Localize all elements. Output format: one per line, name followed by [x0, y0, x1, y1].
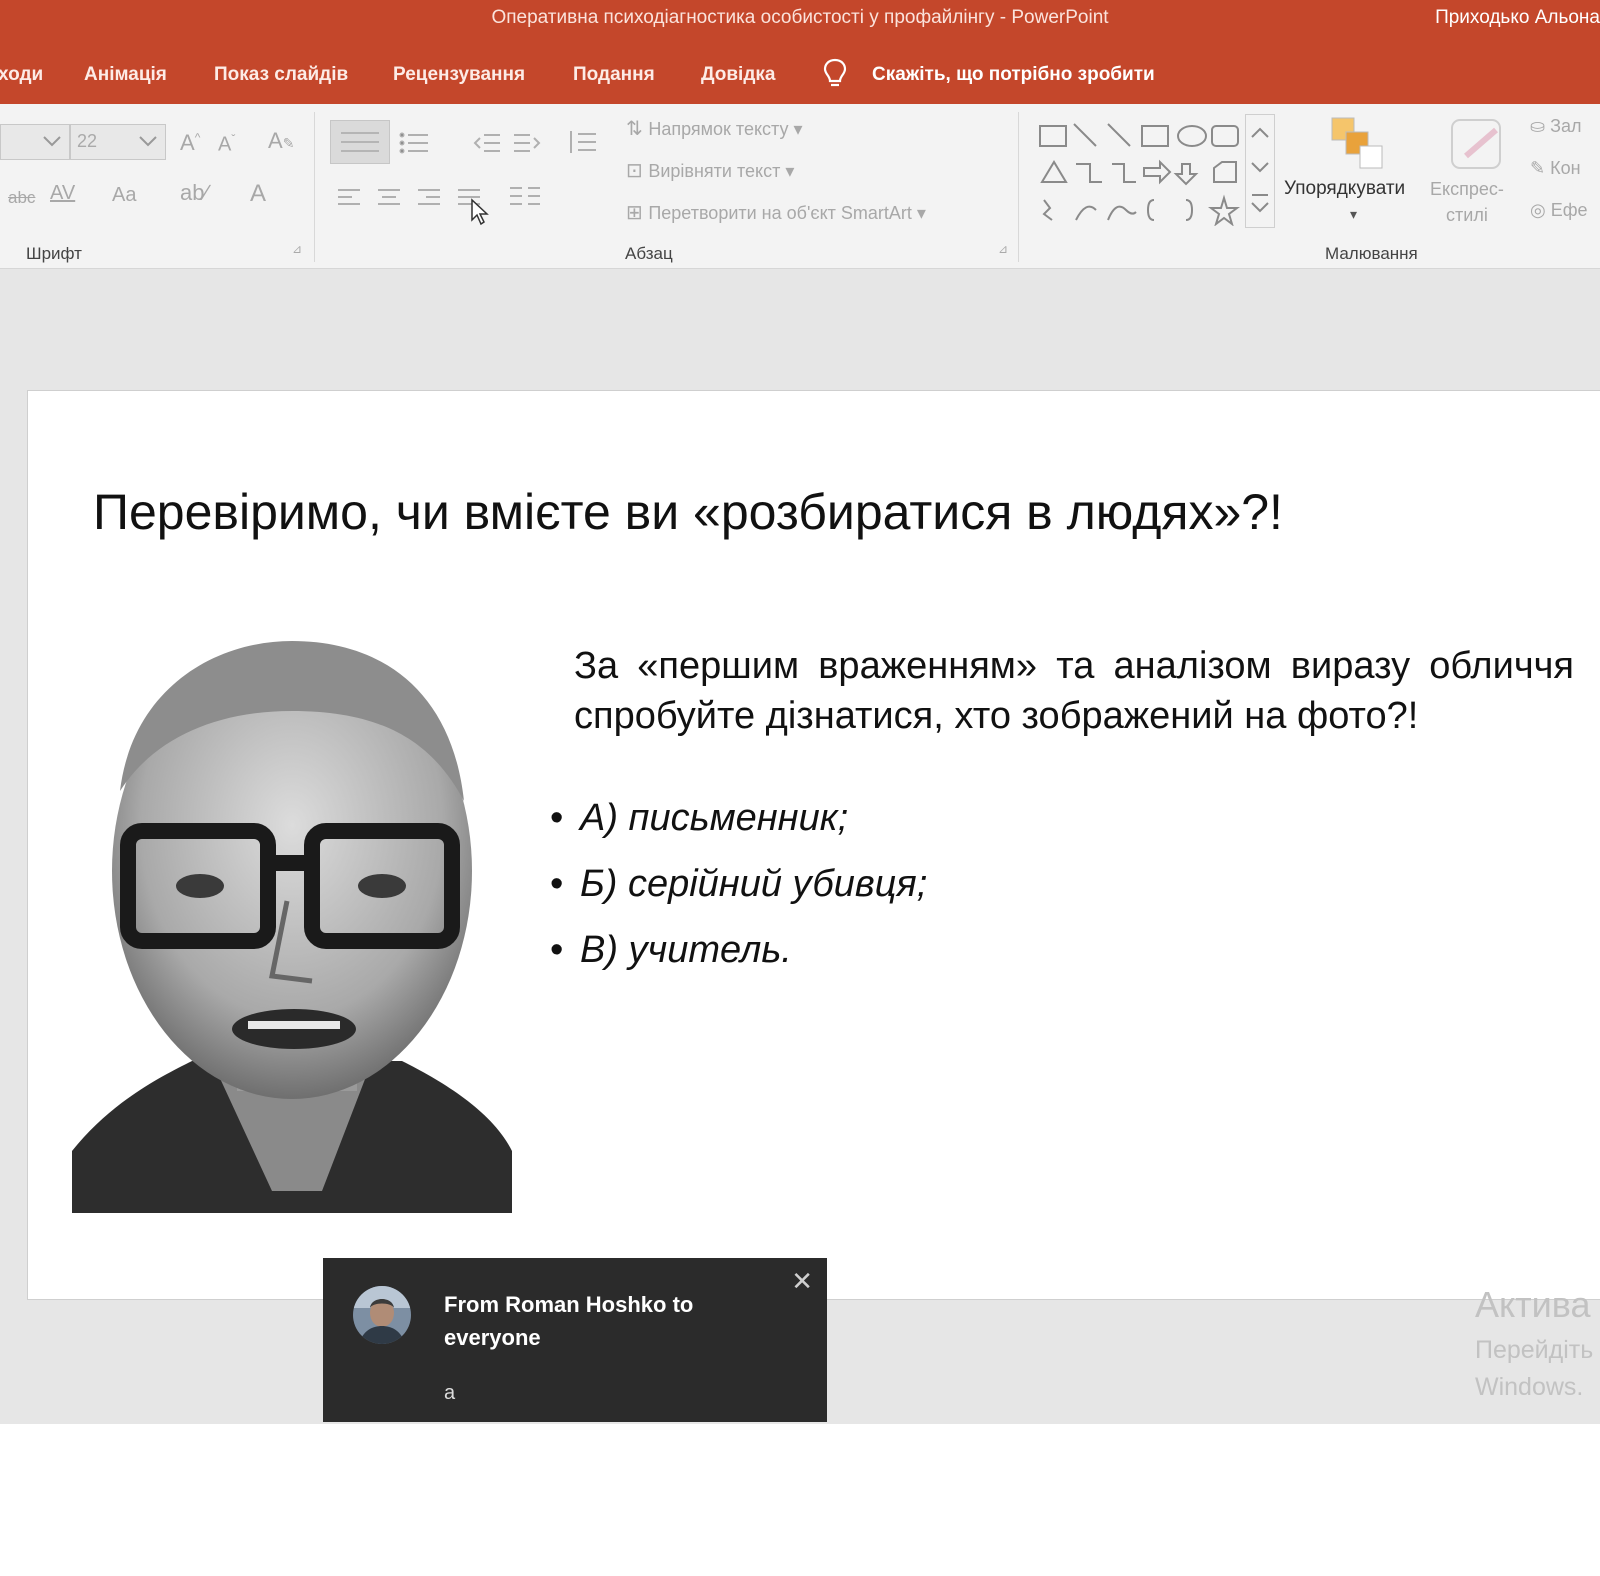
char-spacing-icon[interactable]: AV — [50, 182, 75, 205]
chevron-down-icon[interactable] — [42, 134, 62, 148]
tell-me-search[interactable]: Скажіть, що потрібно зробити — [872, 64, 1155, 86]
tab-animations[interactable]: Анімація — [84, 64, 167, 86]
font-color-icon[interactable]: A — [250, 180, 266, 208]
shape-effects-button[interactable]: ◎ Ефе — [1530, 200, 1588, 221]
font-dialog-launcher-icon[interactable]: ⊿ — [292, 242, 302, 256]
shape-outline-label: Кон — [1550, 158, 1581, 178]
quick-styles-icon — [1451, 119, 1501, 169]
slide-canvas[interactable]: Перевіримо, чи вмієте ви «розбиратися в … — [27, 390, 1600, 1300]
option-b[interactable]: • Б) серійний убивця; — [550, 863, 927, 906]
watermark-line-2: Перейдіть — [1475, 1336, 1594, 1364]
tab-review[interactable]: Рецензування — [393, 64, 525, 86]
align-text-button[interactable]: ⊡ Вирівняти текст ▾ — [626, 158, 794, 183]
chat-message: a — [444, 1382, 456, 1404]
tab-transitions[interactable]: ходи — [0, 64, 43, 86]
ribbon-separator — [314, 112, 315, 262]
shape-fill-label: Зал — [1550, 116, 1582, 136]
line-spacing-icon[interactable] — [566, 128, 600, 156]
ribbon-tabs: ходи Анімація Показ слайдів Рецензування… — [0, 42, 1600, 104]
highlight-icon[interactable]: ab∕ — [180, 180, 208, 206]
pencil-icon: ✎ — [1530, 158, 1551, 178]
group-label-drawing: Малювання — [1325, 244, 1418, 263]
paragraph-dialog-launcher-icon[interactable]: ⊿ — [998, 242, 1008, 256]
clear-formatting-icon[interactable]: A✎ — [268, 128, 294, 154]
bullet: • — [550, 929, 564, 971]
tab-view[interactable]: Подання — [573, 64, 655, 86]
effects-icon: ◎ — [1530, 200, 1551, 220]
arrange-dropdown-icon[interactable]: ▾ — [1350, 206, 1357, 223]
lightbulb-icon — [823, 58, 847, 87]
shapes-scroll[interactable] — [1245, 114, 1275, 228]
align-center-icon[interactable] — [376, 186, 402, 208]
bullet: • — [550, 797, 564, 839]
option-a[interactable]: • А) письменник; — [550, 797, 848, 840]
question-text[interactable]: За «першим враженням» та аналізом виразу… — [574, 641, 1574, 741]
close-icon[interactable]: ✕ — [791, 1266, 813, 1297]
shape-effects-label: Ефе — [1550, 200, 1588, 220]
activation-watermark: Актива Перейдіть Windows. — [1475, 1284, 1593, 1402]
ribbon: 22 A^ Aˇ A✎ abc AV Aa ab∕ A Шрифт ⇅ Напр… — [0, 104, 1600, 269]
increase-indent-icon[interactable] — [512, 130, 542, 156]
paint-bucket-icon: ⛀ — [1530, 116, 1551, 136]
watermark-line-1: Актива — [1475, 1284, 1591, 1325]
tab-slideshow[interactable]: Показ слайдів — [214, 64, 348, 86]
decrease-indent-icon[interactable] — [472, 130, 502, 156]
grow-font-icon[interactable]: A^ — [180, 130, 200, 156]
shape-fill-button[interactable]: ⛀ Зал — [1530, 116, 1581, 137]
tab-help[interactable]: Довідка — [701, 64, 775, 86]
text-direction-button[interactable]: ⇅ Напрямок тексту ▾ — [626, 116, 803, 141]
group-label-font: Шрифт — [26, 244, 82, 263]
font-size-value: 22 — [77, 131, 98, 151]
option-c[interactable]: • В) учитель. — [550, 929, 792, 972]
avatar — [353, 1286, 411, 1344]
align-left-icon[interactable] — [336, 186, 362, 208]
chat-notification[interactable]: From Roman Hoshko to everyone a ✕ — [323, 1258, 827, 1422]
align-right-icon[interactable] — [416, 186, 442, 208]
align-text-icon: ⊡ — [626, 160, 649, 182]
chevron-down-icon[interactable] — [138, 134, 158, 148]
bullet: • — [550, 863, 564, 905]
watermark-line-3: Windows. — [1475, 1373, 1584, 1401]
text-direction-icon: ⇅ — [626, 118, 649, 140]
shrink-font-icon[interactable]: Aˇ — [218, 132, 235, 157]
convert-smartart-button[interactable]: ⊞ Перетворити на об'єкт SmartArt ▾ — [626, 200, 926, 225]
columns-icon[interactable] — [508, 184, 548, 210]
ribbon-separator — [1018, 112, 1019, 262]
chat-sender: From Roman Hoshko to everyone — [444, 1292, 694, 1350]
option-label: В) учитель. — [580, 929, 792, 971]
quick-styles-button[interactable]: Експрес- стилі — [1430, 176, 1504, 228]
arrange-icon — [1331, 117, 1383, 169]
portrait-photo[interactable] — [72, 631, 512, 1213]
convert-smartart-label: Перетворити на об'єкт SmartArt — [648, 203, 912, 223]
bullets-button[interactable] — [330, 120, 390, 164]
numbering-icon[interactable] — [398, 130, 442, 156]
group-label-paragraph: Абзац — [625, 244, 673, 263]
shapes-gallery[interactable] — [1036, 116, 1266, 226]
arrange-button[interactable]: Упорядкувати — [1284, 178, 1405, 200]
option-label: Б) серійний убивця; — [580, 863, 928, 905]
change-case-icon[interactable]: Aa — [112, 184, 136, 207]
mouse-cursor-icon — [471, 198, 489, 226]
text-direction-label: Напрямок тексту — [648, 119, 789, 139]
slide-title[interactable]: Перевіримо, чи вмієте ви «розбиратися в … — [28, 483, 1348, 541]
smartart-icon: ⊞ — [626, 202, 649, 224]
window-title: Оперативна психодіагностика особистості … — [491, 7, 1109, 28]
align-text-label: Вирівняти текст — [648, 161, 781, 181]
account-name[interactable]: Приходько Альона — [1435, 7, 1600, 29]
shape-outline-button[interactable]: ✎ Кон — [1530, 158, 1581, 179]
option-label: А) письменник; — [580, 797, 849, 839]
screen-margin — [0, 1424, 1600, 1576]
strikethrough-icon[interactable]: abc — [8, 188, 35, 208]
title-bar: Оперативна психодіагностика особистості … — [0, 0, 1600, 42]
